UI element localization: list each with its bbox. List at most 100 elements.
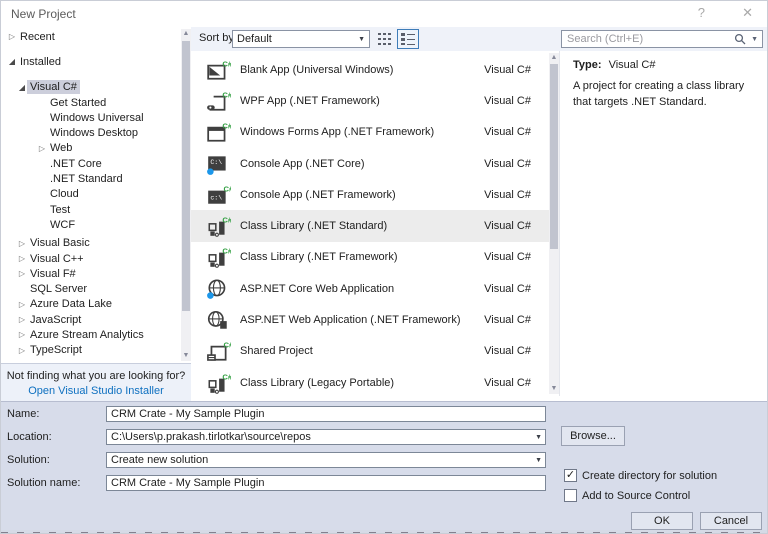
list-view-icon — [401, 33, 415, 45]
add-source-control-label: Add to Source Control — [582, 490, 691, 502]
panel-divider — [559, 51, 560, 396]
template-name: Class Library (.NET Framework) — [240, 251, 398, 264]
scroll-up-icon[interactable]: ▲ — [549, 53, 559, 63]
tree-item-installed[interactable]: ◢ Installed — [1, 54, 181, 69]
class-library-icon: C# — [205, 245, 231, 269]
tree-item-label: Azure Data Lake — [30, 298, 112, 311]
name-input[interactable]: CRM Crate - My Sample Plugin — [106, 406, 546, 422]
template-language: Visual C# — [484, 345, 531, 358]
list-scrollbar-thumb[interactable] — [550, 64, 558, 249]
tree-item-test[interactable]: Test — [1, 202, 181, 217]
template-row-blank-app-universal-windows-[interactable]: C# Blank App (Universal Windows) Visual C# — [191, 54, 549, 85]
template-row-class-library-net-framework-[interactable]: C# Class Library (.NET Framework) Visual C… — [191, 242, 549, 273]
svg-text:C#: C# — [222, 216, 231, 225]
tree-item-cloud[interactable]: Cloud — [1, 187, 181, 202]
tree-expanded-icon[interactable]: ◢ — [7, 57, 17, 66]
tree-collapsed-icon[interactable]: ▷ — [17, 254, 27, 263]
template-row-shared-project[interactable]: C# Shared Project Visual C# — [191, 336, 549, 367]
location-combobox[interactable]: C:\Users\p.prakash.tirlotkar\source\repo… — [106, 429, 546, 445]
tree-expanded-icon[interactable]: ◢ — [17, 83, 27, 92]
scroll-down-icon[interactable]: ▼ — [181, 351, 191, 361]
chevron-down-icon[interactable]: ▼ — [535, 457, 542, 464]
help-icon[interactable]: ? — [698, 5, 705, 20]
tree-item-azure-stream-analytics[interactable]: ▷ Azure Stream Analytics — [1, 327, 181, 342]
search-icon[interactable] — [734, 33, 746, 46]
location-value: C:\Users\p.prakash.tirlotkar\source\repo… — [111, 431, 311, 443]
tree-collapsed-icon[interactable]: ▷ — [37, 144, 47, 153]
tree-item-get-started[interactable]: Get Started — [1, 95, 181, 110]
template-name: Console App (.NET Core) — [240, 157, 365, 170]
tree-collapsed-icon[interactable]: ▷ — [7, 32, 17, 41]
tree-item-web[interactable]: ▷ Web — [1, 141, 181, 156]
template-row-class-library-legacy-portable-[interactable]: C# Class Library (Legacy Portable) Visual … — [191, 367, 549, 396]
template-row-asp-net-web-application-net-framework-[interactable]: ASP.NET Web Application (.NET Framework)… — [191, 304, 549, 335]
tree-item-visual-c-[interactable]: ▷ Visual C++ — [1, 251, 181, 266]
tree-item-recent[interactable]: ▷ Recent — [1, 29, 181, 44]
tree-item-wcf[interactable]: WCF — [1, 217, 181, 232]
list-scrollbar[interactable]: ▲ ▼ — [549, 53, 559, 394]
add-source-control-checkbox[interactable] — [564, 489, 577, 502]
scroll-down-icon[interactable]: ▼ — [549, 384, 559, 394]
template-language: Visual C# — [484, 157, 531, 170]
ok-button[interactable]: OK — [631, 512, 693, 530]
search-options-chevron-icon[interactable]: ▼ — [751, 36, 758, 43]
search-input[interactable]: Search (Ctrl+E) ▼ — [561, 30, 763, 48]
template-row-console-app-net-core-[interactable]: C:\ Console App (.NET Core) Visual C# — [191, 148, 549, 179]
solution-name-label: Solution name: — [7, 477, 81, 489]
small-icons-view-button[interactable] — [377, 32, 393, 47]
tree-item-windows-universal[interactable]: Windows Universal — [1, 110, 181, 125]
tree-collapsed-icon[interactable]: ▷ — [17, 330, 27, 339]
tree-item-azure-data-lake[interactable]: ▷ Azure Data Lake — [1, 297, 181, 312]
svg-text:C#: C# — [223, 341, 231, 350]
template-row-asp-net-core-web-application[interactable]: ASP.NET Core Web Application Visual C# — [191, 273, 549, 304]
tree-item--net-standard[interactable]: .NET Standard — [1, 171, 181, 186]
ok-label: OK — [654, 515, 670, 527]
tree-collapsed-icon[interactable]: ▷ — [17, 269, 27, 278]
browse-label: Browse... — [570, 430, 616, 442]
sort-by-dropdown[interactable]: Default ▼ — [232, 30, 370, 48]
list-view-button[interactable] — [397, 29, 419, 49]
tree-item-windows-desktop[interactable]: Windows Desktop — [1, 125, 181, 140]
tree-collapsed-icon[interactable]: ▷ — [17, 300, 27, 309]
template-list: C# Blank App (Universal Windows) Visual C#… — [191, 51, 549, 396]
template-language: Visual C# — [484, 251, 531, 264]
tree-item-visual-f-[interactable]: ▷ Visual F# — [1, 266, 181, 281]
template-language: Visual C# — [484, 63, 531, 76]
tree-collapsed-icon[interactable]: ▷ — [17, 315, 27, 324]
browse-button[interactable]: Browse... — [561, 426, 625, 446]
cancel-button[interactable]: Cancel — [700, 512, 762, 530]
scroll-up-icon[interactable]: ▲ — [181, 29, 191, 39]
template-name: Shared Project — [240, 345, 313, 358]
tree-item-visual-basic[interactable]: ▷ Visual Basic — [1, 236, 181, 251]
chevron-down-icon[interactable]: ▼ — [535, 434, 542, 441]
solution-name-input[interactable]: CRM Crate - My Sample Plugin — [106, 475, 546, 491]
solution-label: Solution: — [7, 454, 50, 466]
tree-collapsed-icon[interactable]: ▷ — [17, 346, 27, 355]
dialog-title: New Project — [11, 7, 76, 21]
template-row-windows-forms-app-net-framework-[interactable]: C# Windows Forms App (.NET Framework) Visu… — [191, 117, 549, 148]
template-name: Class Library (.NET Standard) — [240, 220, 388, 233]
close-icon[interactable]: ✕ — [742, 5, 753, 21]
type-label: Type: — [573, 59, 602, 71]
tree-item-sql-server[interactable]: SQL Server — [1, 281, 181, 296]
cancel-label: Cancel — [713, 515, 749, 527]
chevron-down-icon: ▼ — [358, 36, 365, 43]
template-name: Windows Forms App (.NET Framework) — [240, 126, 435, 139]
open-installer-link[interactable]: Open Visual Studio Installer — [1, 385, 191, 397]
template-row-wpf-app-net-framework-[interactable]: C# WPF App (.NET Framework) Visual C# — [191, 85, 549, 116]
tree-item-javascript[interactable]: ▷ JavaScript — [1, 312, 181, 327]
tree-scrollbar[interactable]: ▲ ▼ — [181, 29, 191, 361]
tree-item--net-core[interactable]: .NET Core — [1, 156, 181, 171]
svg-text:C#: C# — [222, 122, 231, 131]
tree-collapsed-icon[interactable]: ▷ — [17, 239, 27, 248]
tree-scrollbar-thumb[interactable] — [182, 41, 190, 311]
tree-item-label: Visual C# — [27, 80, 80, 95]
solution-combobox[interactable]: Create new solution ▼ — [106, 452, 546, 468]
create-directory-checkbox[interactable]: ✓ — [564, 469, 577, 482]
template-row-console-app-net-framework-[interactable]: c:\C# Console App (.NET Framework) Visual … — [191, 179, 549, 210]
tree-item-visual-c-[interactable]: ◢ Visual C# — [1, 80, 181, 95]
tree-item-typescript[interactable]: ▷ TypeScript — [1, 343, 181, 358]
template-row-class-library-net-standard-[interactable]: C# Class Library (.NET Standard) Visual C# — [191, 210, 549, 242]
class-library-legacy-icon: C# — [205, 371, 231, 395]
category-tree: ▷ Recent ◢ Installed ◢ Visual C# Get Started Wi… — [1, 27, 181, 363]
